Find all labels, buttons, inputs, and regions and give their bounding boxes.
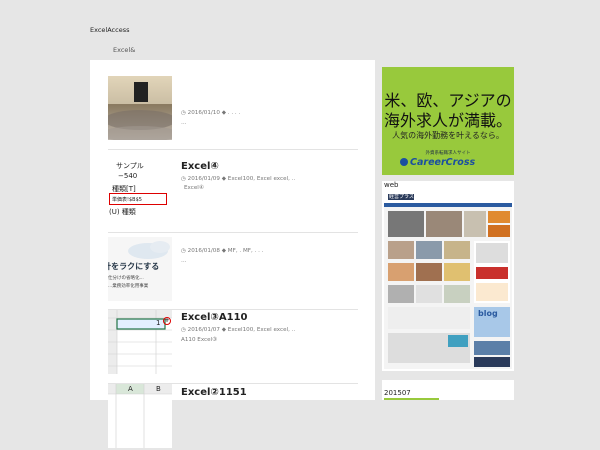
post-excerpt: A110 Excel③ [181,337,218,343]
careercross-logo-icon [400,158,408,166]
breadcrumb[interactable]: Excel& [113,46,135,54]
thumb-text: −540 [118,172,138,180]
post-date: 2016/01/08 [187,248,220,254]
post-thumbnail[interactable]: ...計をラクにする 仕分けの省略化... ...業務効率化用事業 [108,237,172,301]
post-item[interactable]: 1 + Excel③A110 ◷ 2016/01/07 ◆ Excel100, … [108,310,358,384]
web-widget: web 経営プラス blog [382,181,514,371]
post-meta: ◷ 2016/01/10 ◆ . . . . [181,110,240,116]
post-thumbnail[interactable]: 1 + [108,310,172,374]
post-thumbnail[interactable]: サンプル −540 種類[T] 単価表!$B$5 (U) 種類 [108,159,172,223]
post-title[interactable]: Excel③A110 [181,312,248,323]
divider [108,149,358,150]
post-excerpt: … [181,258,187,264]
post-excerpt: … [181,120,187,126]
tag-icon: ◆ [221,110,227,116]
clock-icon: ◷ [181,327,186,333]
post-item[interactable]: A B Excel②1151 [108,384,358,450]
post-thumbnail[interactable] [108,76,172,140]
thumb-cell-value: 1 [156,319,161,327]
post-title[interactable]: Excel④ [181,161,219,172]
post-meta: ◷ 2016/01/07 ◆ Excel100, Excel excel, .. [181,327,295,333]
clock-icon: ◷ [181,248,186,254]
post-item[interactable]: サンプル −540 種類[T] 単価表!$B$5 (U) 種類 Excel④ ◷… [108,159,358,233]
post-tags[interactable]: . . . . [228,110,240,116]
preview-text: blog [478,309,498,318]
ad-caption: 外資系転職求人サイト [425,151,471,156]
thumb-text: ...計をラクにする [108,262,160,271]
post-item[interactable]: ...計をラクにする 仕分けの省略化... ...業務効率化用事業 ◷ 2016… [108,237,358,310]
post-date: 2016/01/09 [187,176,220,182]
post-meta: ◷ 2016/01/08 ◆ MF, . MF, . . . [181,248,263,254]
thumb-text: (U) 種類 [109,208,136,216]
preview-text: 経営プラス [389,194,414,200]
widget-title: 201507 [384,389,411,397]
thumb-text: ...業務効率化用事業 [108,284,149,289]
clock-icon: ◷ [181,110,186,116]
thumb-col-header: B [156,385,161,393]
plus-icon: + [163,317,171,325]
thumb-text: サンプル [116,162,144,170]
post-date: 2016/01/07 [187,327,220,333]
post-excerpt: Excel④ [184,185,204,191]
thumb-text: 仕分けの省略化... [108,276,144,281]
post-title[interactable]: Excel②1151 [181,387,247,398]
post-item[interactable]: ◷ 2016/01/10 ◆ . . . . … [108,76,358,150]
clock-icon: ◷ [181,176,186,182]
post-thumbnail[interactable]: A B [108,384,172,448]
archive-widget: 201507 [382,380,514,400]
tag-icon: ◆ [221,248,227,254]
post-tags[interactable]: Excel100, Excel excel, .. [228,176,295,182]
sidebar-ad-banner[interactable]: 米、欧、アジアの 海外求人が満載。 人気の海外勤務を叶えるなら。 外資系転職求人… [382,67,514,175]
post-date: 2016/01/10 [187,110,220,116]
post-tags[interactable]: MF, . MF, . . . [228,248,264,254]
site-title[interactable]: ExcelAccess [90,26,129,34]
post-tags[interactable]: Excel100, Excel excel, .. [228,327,295,333]
thumb-col-header: A [128,385,133,393]
thumb-highlight-box: 単価表!$B$5 [109,193,167,205]
thumb-text: 単価表!$B$5 [112,197,142,203]
website-preview-image[interactable]: 経営プラス blog [384,191,512,369]
tag-icon: ◆ [221,327,227,333]
ad-subline: 人気の海外勤務を叶えるなら。 [392,131,504,140]
ad-headline: 海外求人が満載。 [383,111,512,130]
widget-title: web [384,181,399,189]
divider [108,232,358,233]
post-meta: ◷ 2016/01/09 ◆ Excel100, Excel excel, .. [181,176,295,182]
post-list: ◷ 2016/01/10 ◆ . . . . … サンプル −540 種類[T]… [90,60,375,448]
tag-icon: ◆ [221,176,227,182]
ad-brand: CareerCross [410,157,476,168]
